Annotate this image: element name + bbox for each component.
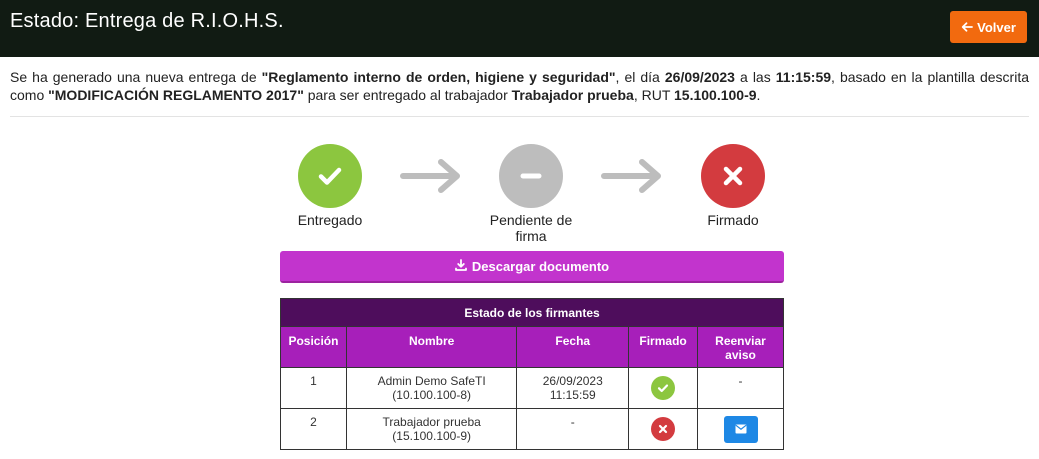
signer-rut: (10.100.100-8) xyxy=(392,388,472,402)
signer-name: Trabajador prueba xyxy=(382,415,481,429)
column-header-reenviar-aviso: Reenviar aviso xyxy=(697,326,784,368)
table-row: 2 Trabajador prueba (15.100.100-9) - xyxy=(280,408,784,450)
column-header-firmado: Firmado xyxy=(628,326,699,368)
delivery-time: 11:15:59 xyxy=(775,69,832,85)
x-icon xyxy=(701,144,765,208)
cell-signed xyxy=(628,408,699,450)
download-document-button[interactable]: Descargar documento xyxy=(280,251,784,283)
x-icon xyxy=(651,417,676,441)
resend-notice-button[interactable] xyxy=(723,416,758,443)
top-header: Estado: Entrega de R.I.O.H.S. Volver xyxy=(0,0,1039,57)
download-button-label: Descargar documento xyxy=(471,258,610,274)
step-firmado: Firmado xyxy=(673,144,793,228)
cell-position: 1 xyxy=(280,367,347,409)
delivery-date: 26/09/2023 xyxy=(664,69,735,85)
signed-time: 11:15:59 xyxy=(549,388,596,402)
download-icon xyxy=(454,258,467,274)
worker-name: Trabajador prueba xyxy=(511,87,634,103)
signed-date: 26/09/2023 xyxy=(542,374,603,388)
cell-date: 26/09/2023 11:15:59 xyxy=(516,367,630,409)
cell-position: 2 xyxy=(280,408,347,450)
step-pendiente-firma: Pendiente de firma xyxy=(471,144,591,244)
cell-name: Trabajador prueba (15.100.100-9) xyxy=(345,408,518,450)
arrow-right-icon xyxy=(399,158,463,199)
delivery-description: Se ha generado una nueva entrega de "Reg… xyxy=(10,69,1030,103)
worker-rut: 15.100.100-9 xyxy=(674,87,757,103)
column-header-fecha: Fecha xyxy=(516,326,630,368)
column-header-posicion: Posición xyxy=(280,326,347,368)
signer-rut: (15.100.100-9) xyxy=(392,429,472,443)
back-button[interactable]: Volver xyxy=(950,11,1027,43)
table-caption: Estado de los firmantes xyxy=(280,298,784,327)
step-label: Pendiente de firma xyxy=(489,212,573,244)
arrow-left-icon xyxy=(961,21,974,33)
cell-resend: - xyxy=(697,367,784,409)
cell-date: - xyxy=(516,408,630,450)
check-icon xyxy=(651,376,676,400)
column-header-nombre: Nombre xyxy=(345,326,518,368)
arrow-right-icon xyxy=(600,158,664,199)
signed-date: - xyxy=(570,415,575,429)
check-icon xyxy=(298,144,362,208)
page-title: Estado: Entrega de R.I.O.H.S. xyxy=(10,10,284,32)
divider xyxy=(10,116,1029,117)
envelope-icon xyxy=(734,423,747,437)
template-name: "MODIFICACIÓN REGLAMENTO 2017" xyxy=(48,87,304,103)
table-row: 1 Admin Demo SafeTI (10.100.100-8) 26/09… xyxy=(280,367,784,409)
back-button-label: Volver xyxy=(977,19,1016,35)
document-name: "Reglamento interno de orden, higiene y … xyxy=(261,69,616,85)
step-label: Entregado xyxy=(297,212,363,228)
step-label: Firmado xyxy=(707,212,759,228)
cell-signed xyxy=(628,367,699,409)
minus-icon xyxy=(499,144,563,208)
signers-table: Estado de los firmantes Posición Nombre … xyxy=(280,298,784,450)
cell-name: Admin Demo SafeTI (10.100.100-8) xyxy=(345,367,518,409)
step-entregado: Entregado xyxy=(270,144,390,228)
cell-resend xyxy=(697,408,784,450)
signer-name: Admin Demo SafeTI xyxy=(377,374,486,388)
